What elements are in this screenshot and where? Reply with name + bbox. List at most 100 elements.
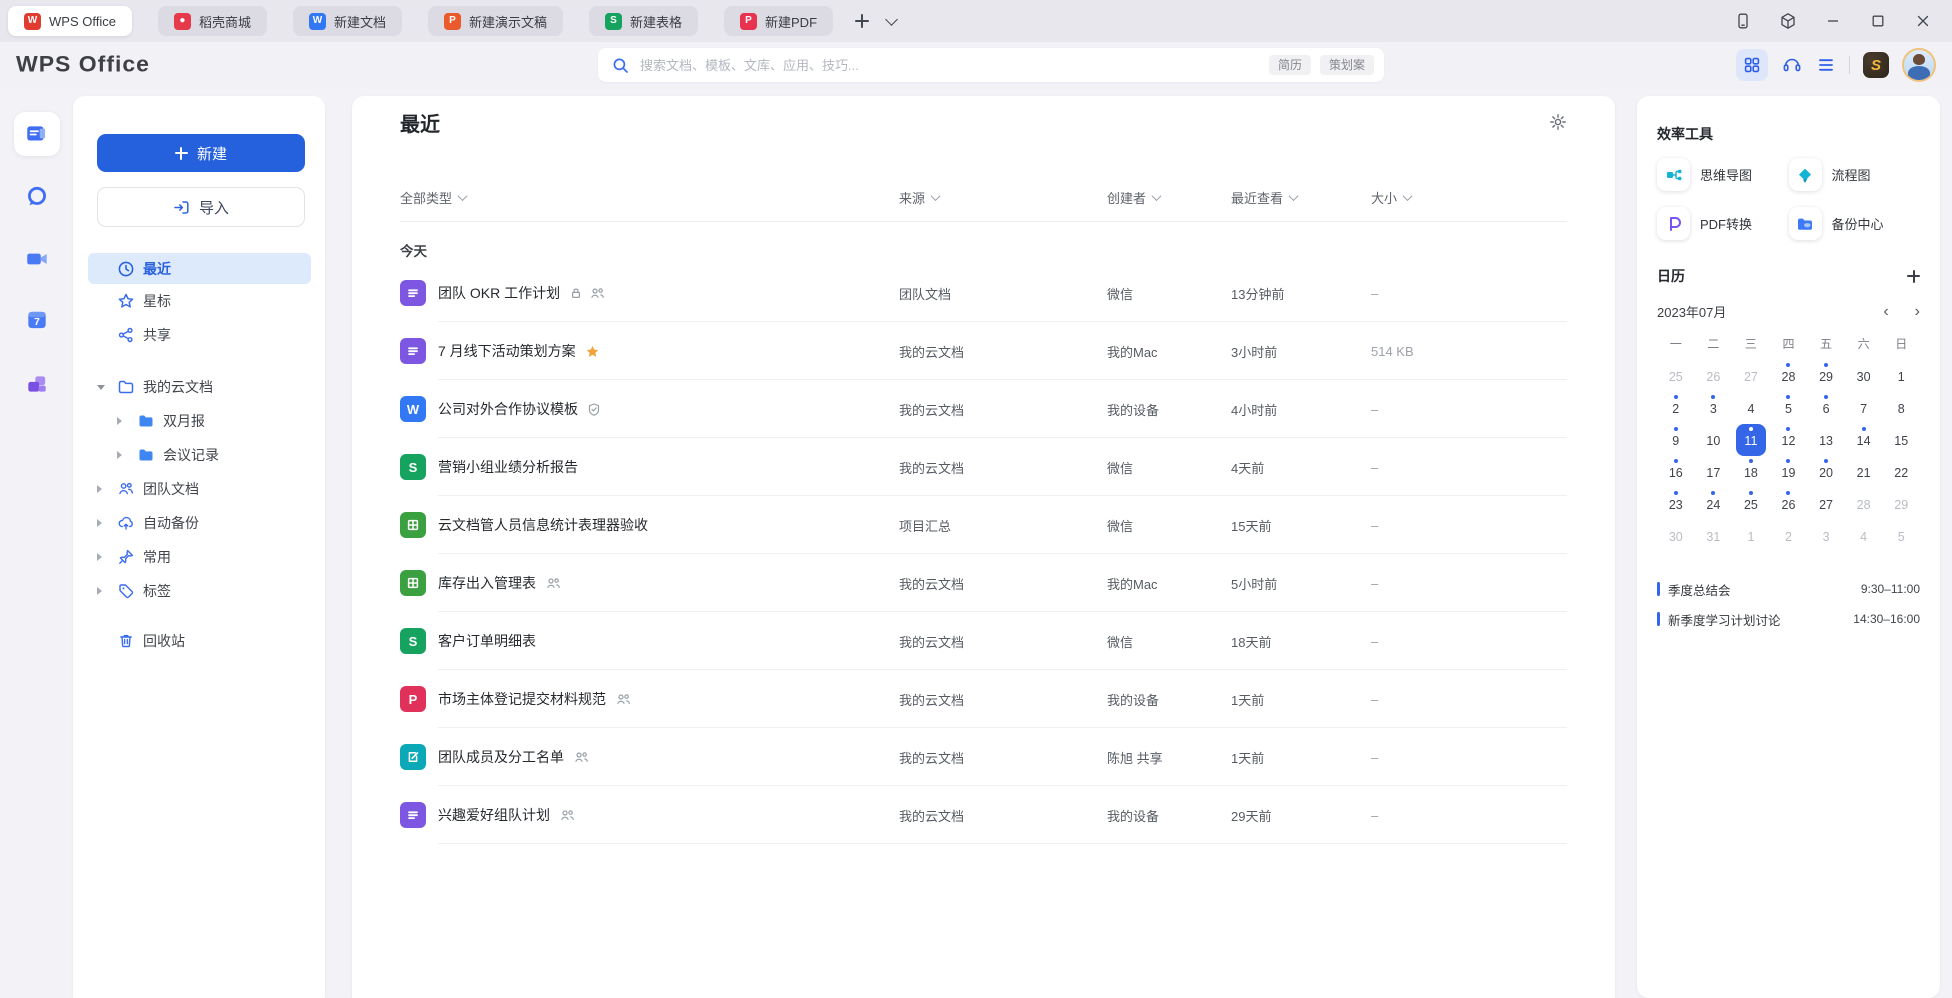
- sidebar-item-shared[interactable]: 共享: [88, 318, 311, 352]
- sidebar-item-auto-backup[interactable]: 自动备份: [88, 506, 311, 540]
- new-document-button[interactable]: 新建: [97, 134, 305, 172]
- calendar-day[interactable]: 6: [1811, 392, 1841, 424]
- calendar-day[interactable]: 7: [1849, 392, 1879, 424]
- support-headset-icon[interactable]: [1781, 54, 1803, 76]
- app-tab[interactable]: P 新建演示文稿: [428, 6, 563, 36]
- calendar-day[interactable]: 21: [1849, 456, 1879, 488]
- sidebar-item-team-docs[interactable]: 团队文档: [88, 472, 311, 506]
- calendar-day[interactable]: 15: [1886, 424, 1916, 456]
- sidebar-item-recent[interactable]: 最近: [88, 253, 311, 284]
- file-row[interactable]: 云文档管人员信息统计表理器验收 项目汇总 微信 15天前 –: [400, 496, 1567, 554]
- tool-backup-center[interactable]: 备份中心: [1789, 207, 1921, 240]
- tool-pdf-convert[interactable]: PDF转换: [1657, 207, 1789, 240]
- tab-list-chevron-icon[interactable]: [885, 13, 898, 26]
- file-row[interactable]: S 营销小组业绩分析报告 我的云文档 微信 4天前 –: [400, 438, 1567, 496]
- rail-apps-tab[interactable]: [24, 371, 50, 397]
- file-row[interactable]: S 客户订单明细表 我的云文档 微信 18天前 –: [400, 612, 1567, 670]
- rail-documents-tab[interactable]: [14, 112, 60, 156]
- calendar-day[interactable]: 14: [1849, 424, 1879, 456]
- app-tab[interactable]: W 新建文档: [293, 6, 402, 36]
- calendar-day[interactable]: 29: [1886, 488, 1916, 520]
- calendar-day[interactable]: 9: [1661, 424, 1691, 456]
- filter-dropdown[interactable]: 创建者: [1107, 188, 1231, 207]
- app-tab[interactable]: W WPS Office: [8, 6, 132, 36]
- calendar-day[interactable]: 10: [1698, 424, 1728, 456]
- calendar-day[interactable]: 4: [1849, 520, 1879, 552]
- new-tab-button[interactable]: [855, 14, 869, 28]
- calendar-day[interactable]: 8: [1886, 392, 1916, 424]
- sidebar-item-my-cloud-docs[interactable]: 我的云文档: [88, 370, 311, 404]
- filter-dropdown[interactable]: 大小: [1371, 188, 1567, 207]
- calendar-day[interactable]: 30: [1849, 360, 1879, 392]
- apps-grid-icon[interactable]: [1736, 49, 1768, 81]
- calendar-day[interactable]: 30: [1661, 520, 1691, 552]
- filter-dropdown[interactable]: 全部类型: [400, 188, 899, 207]
- calendar-day[interactable]: 19: [1773, 456, 1803, 488]
- event-item[interactable]: 季度总结会 9:30–11:00: [1657, 574, 1920, 604]
- sidebar-item-starred[interactable]: 星标: [88, 284, 311, 318]
- sidebar-item-meeting-notes[interactable]: 会议记录: [88, 438, 311, 472]
- file-row[interactable]: W 公司对外合作协议模板 我的云文档 我的设备 4小时前 –: [400, 380, 1567, 438]
- calendar-day[interactable]: 28: [1773, 360, 1803, 392]
- close-button[interactable]: [1914, 12, 1932, 30]
- calendar-day[interactable]: 3: [1698, 392, 1728, 424]
- file-row[interactable]: 兴趣爱好组队计划 我的云文档 我的设备 29天前 –: [400, 786, 1567, 844]
- search-bar[interactable]: 简历 策划案: [598, 48, 1384, 82]
- filter-dropdown[interactable]: 最近查看: [1231, 188, 1371, 207]
- calendar-day[interactable]: 1: [1736, 520, 1766, 552]
- calendar-prev-button[interactable]: ‹: [1883, 304, 1888, 320]
- calendar-day[interactable]: 5: [1886, 520, 1916, 552]
- tool-flowchart[interactable]: 流程图: [1789, 158, 1921, 191]
- search-tag-resume[interactable]: 简历: [1269, 55, 1311, 75]
- settings-gear-icon[interactable]: [1549, 113, 1567, 131]
- calendar-day[interactable]: 4: [1736, 392, 1766, 424]
- mobile-icon[interactable]: [1734, 12, 1752, 30]
- calendar-day[interactable]: 20: [1811, 456, 1841, 488]
- calendar-day[interactable]: 17: [1698, 456, 1728, 488]
- filter-dropdown[interactable]: 来源: [899, 188, 1107, 207]
- calendar-day[interactable]: 5: [1773, 392, 1803, 424]
- add-event-button[interactable]: [1907, 270, 1920, 283]
- tool-mindmap[interactable]: 思维导图: [1657, 158, 1789, 191]
- rail-calendar-tab[interactable]: 7: [24, 307, 50, 333]
- rail-meeting-tab[interactable]: [24, 246, 50, 272]
- sidebar-item-frequent[interactable]: 常用: [88, 540, 311, 574]
- calendar-day[interactable]: 25: [1736, 488, 1766, 520]
- event-item[interactable]: 新季度学习计划讨论 14:30–16:00: [1657, 604, 1920, 634]
- app-tab[interactable]: ● 稻壳商城: [158, 6, 267, 36]
- file-row[interactable]: 团队成员及分工名单 我的云文档 陈旭 共享 1天前 –: [400, 728, 1567, 786]
- calendar-day[interactable]: 2: [1773, 520, 1803, 552]
- user-avatar[interactable]: [1902, 48, 1936, 82]
- calendar-day[interactable]: 23: [1661, 488, 1691, 520]
- app-tab[interactable]: P 新建PDF: [724, 6, 833, 36]
- svip-badge-icon[interactable]: S: [1863, 52, 1889, 78]
- app-tab[interactable]: S 新建表格: [589, 6, 698, 36]
- calendar-day[interactable]: 2: [1661, 392, 1691, 424]
- calendar-day[interactable]: 3: [1811, 520, 1841, 552]
- rail-chat-tab[interactable]: [24, 184, 50, 210]
- search-tag-plan[interactable]: 策划案: [1320, 55, 1374, 75]
- sidebar-item-recycle-bin[interactable]: 回收站: [88, 624, 311, 658]
- menu-icon[interactable]: [1816, 55, 1836, 75]
- calendar-day[interactable]: 11: [1736, 424, 1766, 456]
- file-row[interactable]: 7 月线下活动策划方案 我的云文档 我的Mac 3小时前 514 KB: [400, 322, 1567, 380]
- calendar-day[interactable]: 29: [1811, 360, 1841, 392]
- calendar-day[interactable]: 1: [1886, 360, 1916, 392]
- calendar-day[interactable]: 18: [1736, 456, 1766, 488]
- calendar-day[interactable]: 28: [1849, 488, 1879, 520]
- maximize-button[interactable]: [1869, 12, 1887, 30]
- file-row[interactable]: 库存出入管理表 我的云文档 我的Mac 5小时前 –: [400, 554, 1567, 612]
- calendar-day[interactable]: 13: [1811, 424, 1841, 456]
- calendar-day[interactable]: 25: [1661, 360, 1691, 392]
- sidebar-item-bimonthly-report[interactable]: 双月报: [88, 404, 311, 438]
- file-row[interactable]: 团队 OKR 工作计划 团队文档 微信 13分钟前 –: [400, 264, 1567, 322]
- calendar-day[interactable]: 26: [1698, 360, 1728, 392]
- calendar-day[interactable]: 31: [1698, 520, 1728, 552]
- calendar-next-button[interactable]: ›: [1915, 304, 1920, 320]
- app-box-icon[interactable]: [1779, 12, 1797, 30]
- calendar-day[interactable]: 16: [1661, 456, 1691, 488]
- calendar-day[interactable]: 12: [1773, 424, 1803, 456]
- calendar-day[interactable]: 27: [1736, 360, 1766, 392]
- file-row[interactable]: P 市场主体登记提交材料规范 我的云文档 我的设备 1天前 –: [400, 670, 1567, 728]
- calendar-day[interactable]: 22: [1886, 456, 1916, 488]
